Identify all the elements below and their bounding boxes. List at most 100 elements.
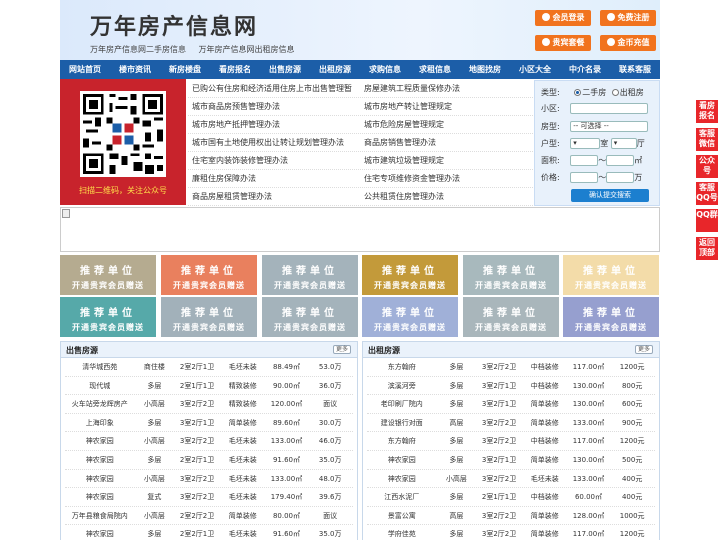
listing-row[interactable]: 神农家园 小高层 3室2厅2卫 毛坯未装 133.00㎡ 400元: [367, 470, 655, 489]
ad-slot[interactable]: 推荐单位 开通贵宾会员赠送: [262, 255, 358, 295]
policy-link[interactable]: 廉租住房保障办法: [188, 170, 360, 187]
nav-contact[interactable]: 联系客服: [610, 60, 660, 79]
ad-slot[interactable]: 推荐单位 开通贵宾会员赠送: [161, 255, 257, 295]
listing-community[interactable]: 神农家园: [65, 451, 135, 469]
listing-community[interactable]: 神农家园: [65, 432, 135, 450]
float-qq-service[interactable]: 客服QQ号: [696, 182, 718, 205]
policy-link[interactable]: 公共租赁住房管理办法: [360, 188, 532, 205]
ad-slot[interactable]: 推荐单位 开通贵宾会员赠送: [60, 297, 156, 337]
listing-community[interactable]: 东方翰府: [367, 432, 437, 450]
listing-row[interactable]: 上海印象 多层 3室2厅1卫 简单装修 89.60㎡ 30.0万: [65, 414, 353, 433]
listing-row[interactable]: 神农家园 小高层 3室2厅2卫 毛坯未装 133.00㎡ 46.0万: [65, 432, 353, 451]
nav-home[interactable]: 网站首页: [60, 60, 110, 79]
rent-more-button[interactable]: 更多: [635, 345, 653, 354]
nav-wanted-rent[interactable]: 求租信息: [410, 60, 460, 79]
listing-row[interactable]: 现代城 多层 2室1厅1卫 精致装修 90.00㎡ 36.0万: [65, 377, 353, 396]
policy-link[interactable]: 城市商品房预售管理办法: [188, 98, 360, 115]
nav-agencies[interactable]: 中介名录: [560, 60, 610, 79]
nav-wanted-buy[interactable]: 求购信息: [360, 60, 410, 79]
nav-news[interactable]: 楼市资讯: [110, 60, 160, 79]
radio-rent[interactable]: 出租房: [611, 88, 644, 97]
nav-for-rent[interactable]: 出租房源: [310, 60, 360, 79]
listing-row[interactable]: 神农家园 多层 2室2厅1卫 毛坯未装 91.60㎡ 35.0万: [65, 525, 353, 540]
listing-community[interactable]: 神农家园: [367, 451, 437, 469]
listing-community[interactable]: 现代城: [65, 377, 135, 395]
listing-community[interactable]: 神农家园: [65, 470, 135, 488]
listing-row[interactable]: 清华城西苑 商住楼 2室2厅1卫 毛坯未装 88.49㎡ 53.0万: [65, 358, 353, 377]
float-viewing-signup[interactable]: 看房报名: [696, 100, 718, 123]
listing-row[interactable]: 滨溪河旁 多层 3室2厅1卫 中档装修 130.00㎡ 800元: [367, 377, 655, 396]
ad-slot[interactable]: 推荐单位 开通贵宾会员赠送: [262, 297, 358, 337]
listing-row[interactable]: 神农家园 多层 3室2厅1卫 简单装修 130.00㎡ 500元: [367, 451, 655, 470]
ad-slot[interactable]: 推荐单位 开通贵宾会员赠送: [161, 297, 257, 337]
listing-community[interactable]: 滨溪河旁: [367, 377, 437, 395]
vip-package-button[interactable]: 贵宾套餐: [535, 35, 591, 51]
listing-row[interactable]: 神农家园 小高层 3室2厅2卫 毛坯未装 133.00㎡ 48.0万: [65, 470, 353, 489]
float-wechat-service[interactable]: 客服微信: [696, 128, 718, 151]
area-max-input[interactable]: [606, 155, 635, 166]
room-select[interactable]: ▾: [570, 138, 601, 149]
float-back-to-top[interactable]: 返回顶部: [696, 237, 718, 260]
site-title[interactable]: 万年房产信息网: [90, 9, 258, 41]
listing-row[interactable]: 景富公寓 高层 3室2厅2卫 简单装修 128.00㎡ 1000元: [367, 507, 655, 526]
listing-row[interactable]: 老印刷厂院内 多层 3室2厅1卫 简单装修 130.00㎡ 600元: [367, 395, 655, 414]
listing-community[interactable]: 上海印象: [65, 414, 135, 432]
listing-community[interactable]: 老印刷厂院内: [367, 395, 437, 413]
area-min-input[interactable]: [570, 155, 599, 166]
nav-for-sale[interactable]: 出售房源: [260, 60, 310, 79]
policy-link[interactable]: 城市建筑垃圾管理规定: [360, 152, 532, 169]
listing-community[interactable]: 神农家园: [65, 488, 135, 506]
recharge-button[interactable]: 金币充值: [600, 35, 656, 51]
float-qq-group[interactable]: QQ群: [696, 209, 718, 232]
listing-row[interactable]: 东方翰府 多层 3室2厅2卫 中档装修 117.00㎡ 1200元: [367, 358, 655, 377]
ad-slot[interactable]: 推荐单位 开通贵宾会员赠送: [362, 297, 458, 337]
policy-link[interactable]: 住宅专项维修资金管理办法: [360, 170, 532, 187]
price-min-input[interactable]: [570, 172, 599, 183]
house-type-select[interactable]: -- 可选择 --: [570, 121, 649, 132]
listing-row[interactable]: 东方翰府 多层 3室2厅2卫 中档装修 117.00㎡ 1200元: [367, 432, 655, 451]
price-max-input[interactable]: [606, 172, 635, 183]
policy-link[interactable]: 已购公有住房和经济适用住房上市出售管理暂: [188, 80, 360, 97]
policy-link[interactable]: 城市国有土地使用权出让转让规划管理办法: [188, 134, 360, 151]
register-button[interactable]: 免费注册: [600, 10, 656, 26]
community-input[interactable]: [570, 103, 649, 114]
listing-community[interactable]: 建设银行对面: [367, 414, 437, 432]
policy-link[interactable]: 商品房屋租赁管理办法: [188, 188, 360, 205]
listing-community[interactable]: 学府佳苑: [367, 525, 437, 540]
listing-community[interactable]: 清华城西苑: [65, 358, 135, 376]
listing-community[interactable]: 万年县粮食局院内: [65, 507, 135, 525]
nav-communities[interactable]: 小区大全: [510, 60, 560, 79]
listing-community[interactable]: 东方翰府: [367, 358, 437, 376]
policy-link[interactable]: 城市房地产转让管理规定: [360, 98, 532, 115]
listing-row[interactable]: 建设银行对面 高层 3室2厅2卫 简单装修 133.00㎡ 900元: [367, 414, 655, 433]
listing-row[interactable]: 神农家园 多层 2室2厅1卫 毛坯未装 91.60㎡ 35.0万: [65, 451, 353, 470]
ad-slot[interactable]: 推荐单位 开通贵宾会员赠送: [60, 255, 156, 295]
banner-ad[interactable]: [60, 207, 660, 252]
listing-community[interactable]: 火车站旁龙辉房产: [65, 395, 135, 413]
listing-community[interactable]: 江西水泥厂: [367, 488, 437, 506]
hall-select[interactable]: ▾: [610, 138, 637, 149]
listing-community[interactable]: 景富公寓: [367, 507, 437, 525]
policy-link[interactable]: 城市房地产抵押管理办法: [188, 116, 360, 133]
ad-slot[interactable]: 推荐单位 开通贵宾会员赠送: [563, 255, 659, 295]
policy-link[interactable]: 城市危险房屋管理规定: [360, 116, 532, 133]
ad-slot[interactable]: 推荐单位 开通贵宾会员赠送: [563, 297, 659, 337]
ad-slot[interactable]: 推荐单位 开通贵宾会员赠送: [463, 297, 559, 337]
listing-row[interactable]: 江西水泥厂 多层 2室1厅1卫 中档装修 60.00㎡ 400元: [367, 488, 655, 507]
policy-link[interactable]: 住宅室内装饰装修管理办法: [188, 152, 360, 169]
radio-secondhand[interactable]: 二手房: [574, 88, 606, 97]
login-button[interactable]: 会员登录: [535, 10, 591, 26]
listing-community[interactable]: 神农家园: [367, 470, 437, 488]
search-submit-button[interactable]: 确认提交搜索: [571, 189, 649, 202]
listing-row[interactable]: 火车站旁龙辉房产 小高层 3室2厅2卫 精致装修 120.00㎡ 面议: [65, 395, 353, 414]
nav-new-homes[interactable]: 新房楼盘: [160, 60, 210, 79]
ad-slot[interactable]: 推荐单位 开通贵宾会员赠送: [463, 255, 559, 295]
nav-viewing-signup[interactable]: 看房报名: [210, 60, 260, 79]
ad-slot[interactable]: 推荐单位 开通贵宾会员赠送: [362, 255, 458, 295]
listing-row[interactable]: 神农家园 复式 3室2厅2卫 毛坯未装 179.40㎡ 39.6万: [65, 488, 353, 507]
listing-community[interactable]: 神农家园: [65, 525, 135, 540]
listing-row[interactable]: 学府佳苑 多层 3室2厅2卫 简单装修 117.00㎡ 1200元: [367, 525, 655, 540]
policy-link[interactable]: 房屋建筑工程质量保修办法: [360, 80, 532, 97]
sale-more-button[interactable]: 更多: [333, 345, 351, 354]
policy-link[interactable]: 商品房销售管理办法: [360, 134, 532, 151]
